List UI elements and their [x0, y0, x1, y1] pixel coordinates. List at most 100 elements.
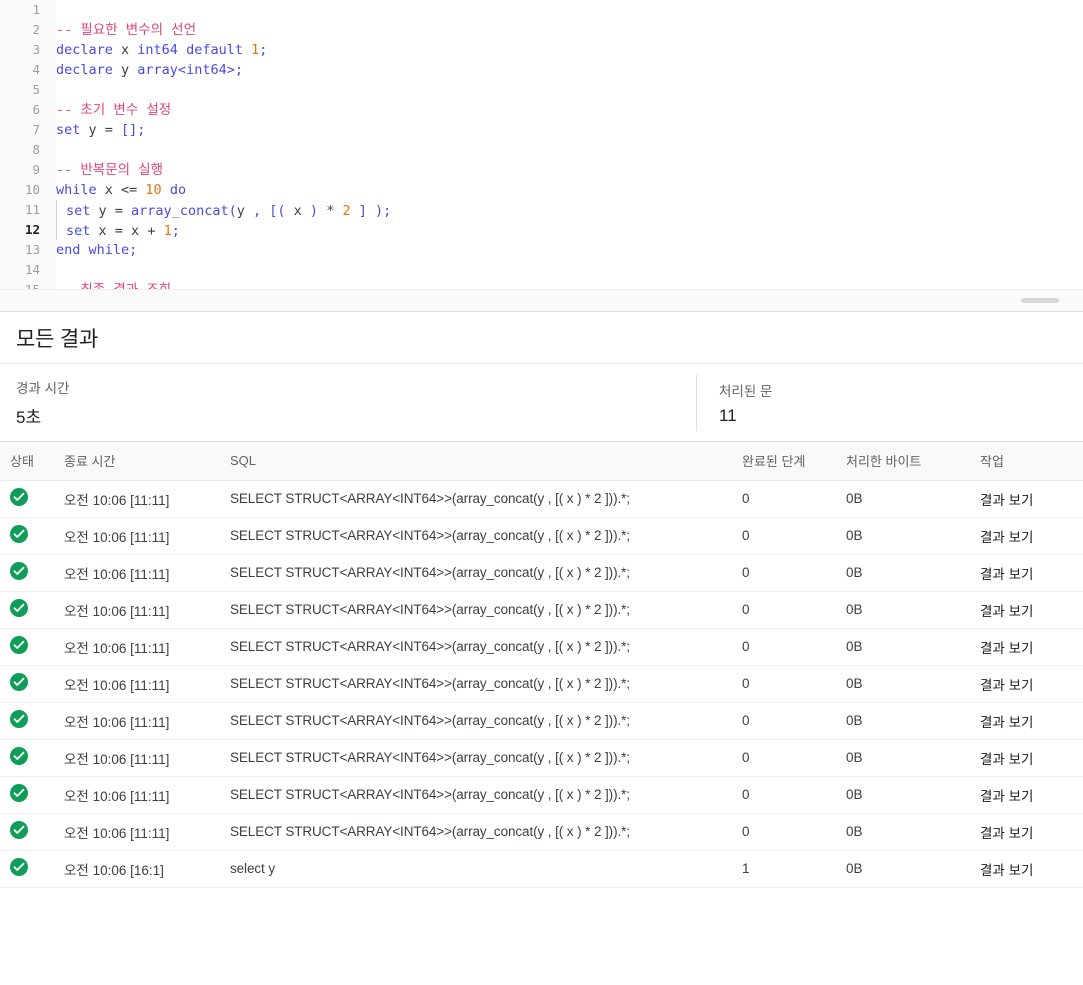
code-token-type: array<int64>: [137, 62, 235, 78]
cell-action-text[interactable]: 결과 보기: [980, 863, 1033, 878]
cell-action[interactable]: 결과 보기: [980, 702, 1083, 740]
editor-code-area[interactable]: 1 2 -- 필요한 변수의 선언 3 declare x int64 default …: [0, 0, 1083, 300]
cell-sql-text: select y: [230, 861, 275, 876]
status-success-icon: [10, 599, 28, 617]
code-line[interactable]: 1: [0, 0, 1083, 20]
status-success-icon: [10, 562, 28, 580]
table-row[interactable]: 오전 10:06 [11:11] SELECT STRUCT<ARRAY<INT6…: [0, 739, 1083, 777]
sql-script-editor[interactable]: 1 2 -- 필요한 변수의 선언 3 declare x int64 default …: [0, 0, 1083, 312]
results-stats-row: 경과 시간 5초 처리된 문 11: [0, 364, 1083, 442]
status-success-icon: [10, 710, 28, 728]
line-number: 7: [32, 122, 40, 137]
cell-sql-text: SELECT STRUCT<ARRAY<INT64>>(array_concat…: [230, 528, 630, 543]
cell-action-text[interactable]: 결과 보기: [980, 715, 1033, 730]
column-header-bytes[interactable]: 처리한 바이트: [846, 442, 980, 481]
cell-sql-text: SELECT STRUCT<ARRAY<INT64>>(array_concat…: [230, 565, 630, 580]
cell-end-time: 오전 10:06 [11:11]: [56, 665, 226, 703]
cell-action[interactable]: 결과 보기: [980, 813, 1083, 851]
code-line[interactable]: 9 -- 반복문의 실행: [0, 160, 1083, 180]
cell-bytes: 0B: [846, 517, 980, 555]
code-line[interactable]: 11 set y = array_concat(y , [( x ) * 2 ] …: [0, 199, 1083, 221]
table-row[interactable]: 오전 10:06 [11:11] SELECT STRUCT<ARRAY<INT6…: [0, 517, 1083, 555]
cell-action-text[interactable]: 결과 보기: [980, 789, 1033, 804]
cell-action[interactable]: 결과 보기: [980, 591, 1083, 629]
table-row[interactable]: 오전 10:06 [11:11] SELECT STRUCT<ARRAY<INT6…: [0, 665, 1083, 703]
code-line[interactable]: 6 -- 초기 변수 설정: [0, 100, 1083, 120]
cell-action-text[interactable]: 결과 보기: [980, 567, 1033, 582]
code-token-pun: ;: [129, 242, 138, 258]
cell-sql: SELECT STRUCT<ARRAY<INT64>>(array_concat…: [226, 813, 726, 851]
code-token-id: x: [112, 42, 138, 58]
cell-action-text[interactable]: 결과 보기: [980, 604, 1033, 619]
cell-sql-text: SELECT STRUCT<ARRAY<INT64>>(array_concat…: [230, 639, 630, 654]
cell-action-text[interactable]: 결과 보기: [980, 826, 1033, 841]
status-success-icon: [10, 747, 28, 765]
code-line[interactable]: 12 set x = x + 1;: [0, 219, 1083, 240]
status-success-icon: [10, 784, 28, 802]
cell-end-time: 오전 10:06 [11:11]: [56, 517, 226, 555]
cell-status: [0, 554, 56, 592]
code-token-id: x: [96, 182, 122, 198]
code-token-kw: set: [56, 122, 81, 138]
cell-action-text[interactable]: 결과 보기: [980, 752, 1033, 767]
table-row[interactable]: 오전 10:06 [16:1] select y 1 0B 결과 보기: [0, 850, 1083, 888]
code-token-num: 10: [145, 182, 162, 198]
stat-processed-statements-value: 11: [719, 405, 737, 425]
cell-sql: SELECT STRUCT<ARRAY<INT64>>(array_concat…: [226, 628, 726, 666]
code-line[interactable]: 4 declare y array<int64>;: [0, 60, 1083, 80]
cell-end-time: 오전 10:06 [11:11]: [56, 591, 226, 629]
cell-status: [0, 739, 56, 777]
table-row[interactable]: 오전 10:06 [11:11] SELECT STRUCT<ARRAY<INT6…: [0, 702, 1083, 740]
column-header-action[interactable]: 작업: [980, 442, 1083, 481]
cell-action[interactable]: 결과 보기: [980, 554, 1083, 592]
column-header-status[interactable]: 상태: [0, 442, 56, 481]
cell-action-text[interactable]: 결과 보기: [980, 641, 1033, 656]
cell-action[interactable]: 결과 보기: [980, 628, 1083, 666]
line-number: 2: [32, 22, 40, 37]
code-line[interactable]: 13 end while;: [0, 240, 1083, 260]
cell-stages: 0: [726, 480, 846, 518]
cell-bytes: 0B: [846, 776, 980, 814]
table-row[interactable]: 오전 10:06 [11:11] SELECT STRUCT<ARRAY<INT6…: [0, 776, 1083, 814]
cell-sql-text: SELECT STRUCT<ARRAY<INT64>>(array_concat…: [230, 750, 630, 765]
code-line[interactable]: 7 set y = [];: [0, 120, 1083, 140]
cell-status: [0, 813, 56, 851]
cell-action[interactable]: 결과 보기: [980, 517, 1083, 555]
cell-action[interactable]: 결과 보기: [980, 480, 1083, 518]
table-row[interactable]: 오전 10:06 [11:11] SELECT STRUCT<ARRAY<INT6…: [0, 591, 1083, 629]
cell-action[interactable]: 결과 보기: [980, 665, 1083, 703]
cell-action[interactable]: 결과 보기: [980, 776, 1083, 814]
column-header-end-time[interactable]: 종료 시간: [56, 442, 226, 481]
column-header-stages[interactable]: 완료된 단계: [726, 442, 846, 481]
code-line[interactable]: 10 while x <= 10 do: [0, 180, 1083, 200]
column-header-sql[interactable]: SQL: [226, 442, 726, 481]
cell-bytes: 0B: [846, 554, 980, 592]
code-line-text: end while;: [56, 240, 1083, 260]
cell-action-text[interactable]: 결과 보기: [980, 530, 1033, 545]
cell-bytes: 0B: [846, 850, 980, 888]
table-row[interactable]: 오전 10:06 [11:11] SELECT STRUCT<ARRAY<INT6…: [0, 480, 1083, 518]
line-number: 3: [32, 42, 40, 57]
status-success-icon: [10, 525, 28, 543]
table-row[interactable]: 오전 10:06 [11:11] SELECT STRUCT<ARRAY<INT6…: [0, 628, 1083, 666]
code-token-op: <=: [121, 182, 146, 198]
code-line[interactable]: 2 -- 필요한 변수의 선언: [0, 20, 1083, 40]
code-line[interactable]: 14: [0, 260, 1083, 280]
code-line-text: set y = array_concat(y , [( x ) * 2 ] );: [56, 199, 1083, 221]
cell-stages: 0: [726, 591, 846, 629]
table-row[interactable]: 오전 10:06 [11:11] SELECT STRUCT<ARRAY<INT6…: [0, 554, 1083, 592]
cell-bytes: 0B: [846, 628, 980, 666]
code-line-text: -- 초기 변수 설정: [56, 100, 1083, 120]
code-line[interactable]: 3 declare x int64 default 1;: [0, 40, 1083, 60]
cell-action-text[interactable]: 결과 보기: [980, 493, 1033, 508]
cell-action[interactable]: 결과 보기: [980, 850, 1083, 888]
code-line[interactable]: 8: [0, 140, 1083, 160]
status-success-icon: [10, 488, 28, 506]
cell-action-text[interactable]: 결과 보기: [980, 678, 1033, 693]
line-number: 4: [32, 62, 40, 77]
code-line[interactable]: 5: [0, 80, 1083, 100]
editor-resize-handle[interactable]: [1021, 298, 1059, 303]
table-row[interactable]: 오전 10:06 [11:11] SELECT STRUCT<ARRAY<INT6…: [0, 813, 1083, 851]
code-token-id: x: [90, 222, 115, 239]
cell-action[interactable]: 결과 보기: [980, 739, 1083, 777]
